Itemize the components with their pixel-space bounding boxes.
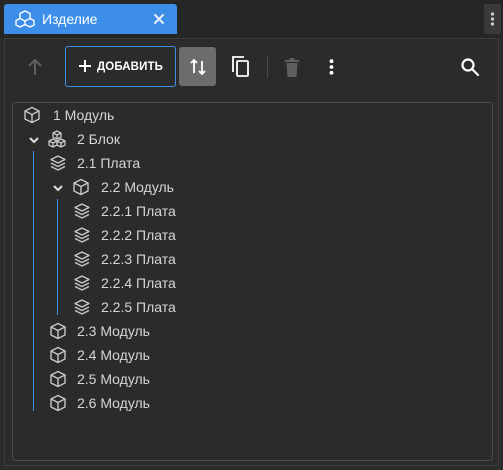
search-icon bbox=[461, 58, 480, 77]
toolbar-divider bbox=[267, 56, 268, 78]
tree-item-label: 2.5 Модуль bbox=[77, 371, 150, 387]
tab-izdelie[interactable]: Изделие bbox=[4, 4, 177, 34]
cube-icon bbox=[49, 394, 67, 412]
tree-item-label: 2.2.1 Плата bbox=[101, 203, 176, 219]
trash-icon bbox=[285, 57, 299, 77]
tab-title: Изделие bbox=[42, 11, 98, 27]
tree-item-label: 2.2.4 Плата bbox=[101, 275, 176, 291]
layers-icon bbox=[73, 298, 91, 316]
cube-icon bbox=[49, 370, 67, 388]
chevron-down-icon[interactable] bbox=[52, 181, 64, 193]
more-vertical-icon bbox=[329, 59, 333, 75]
layers-icon bbox=[73, 274, 91, 292]
delete-button[interactable] bbox=[280, 53, 304, 81]
plus-icon bbox=[79, 60, 91, 72]
tree-item[interactable]: 2.2 Модуль bbox=[23, 175, 483, 199]
more-button[interactable] bbox=[321, 53, 341, 81]
tree-item[interactable]: 2.4 Модуль bbox=[23, 343, 483, 367]
add-button[interactable]: ДОБАВИТЬ bbox=[65, 46, 176, 87]
tree-item-label: 2.2.5 Плата bbox=[101, 299, 176, 315]
sort-button[interactable] bbox=[179, 47, 216, 86]
search-button[interactable] bbox=[457, 53, 483, 81]
close-icon[interactable] bbox=[150, 10, 168, 28]
tree-item[interactable]: 2 Блок bbox=[23, 127, 483, 151]
product-tree: 1 Модуль 2 Блок 2.1 Плата 2.2 Модуль 2.2… bbox=[12, 102, 493, 461]
tree-item-label: 2.6 Модуль bbox=[77, 395, 150, 411]
layers-icon bbox=[73, 226, 91, 244]
add-button-label: ДОБАВИТЬ bbox=[97, 61, 163, 73]
tree-item-label: 2.2.2 Плата bbox=[101, 227, 176, 243]
layers-icon bbox=[49, 154, 67, 172]
layers-icon bbox=[73, 250, 91, 268]
tree-item-label: 2.2 Модуль bbox=[101, 179, 174, 195]
tree-item[interactable]: 2.2.1 Плата bbox=[23, 199, 483, 223]
tree-item-label: 2.2.3 Плата bbox=[101, 251, 176, 267]
cubes-outline-icon bbox=[15, 10, 35, 28]
tree-item-label: 2.4 Модуль bbox=[77, 347, 150, 363]
tree-item[interactable]: 2.2.3 Плата bbox=[23, 247, 483, 271]
tree-item[interactable]: 2.6 Модуль bbox=[23, 391, 483, 415]
copy-icon bbox=[232, 56, 249, 77]
copy-button[interactable] bbox=[225, 51, 255, 83]
tree-item[interactable]: 2.5 Модуль bbox=[23, 367, 483, 391]
tree-item[interactable]: 2.2.4 Плата bbox=[23, 271, 483, 295]
tab-menu-button[interactable] bbox=[484, 4, 501, 34]
tree-item-label: 2.3 Модуль bbox=[77, 323, 150, 339]
layers-icon bbox=[73, 202, 91, 220]
tree-item-label: 1 Модуль bbox=[53, 107, 115, 123]
tree-item-label: 2 Блок bbox=[77, 131, 120, 147]
toolbar: ДОБАВИТЬ bbox=[5, 39, 500, 97]
chevron-down-icon[interactable] bbox=[28, 133, 40, 145]
cube-icon bbox=[23, 106, 41, 124]
sort-arrows-icon bbox=[189, 58, 206, 75]
tree-item[interactable]: 1 Модуль bbox=[23, 103, 483, 127]
tree-item[interactable]: 2.2.5 Плата bbox=[23, 295, 483, 319]
more-vertical-icon bbox=[490, 12, 495, 26]
move-up-button[interactable] bbox=[23, 53, 47, 81]
tab-bar: Изделие bbox=[0, 0, 503, 38]
tree-item[interactable]: 2.3 Модуль bbox=[23, 319, 483, 343]
product-panel: ДОБАВИТЬ 1 Модуль 2 Блок 2.1 Плата 2.2 М… bbox=[4, 38, 499, 466]
cube-icon bbox=[49, 346, 67, 364]
tree-item[interactable]: 2.2.2 Плата bbox=[23, 223, 483, 247]
block-stack-icon bbox=[47, 130, 66, 148]
arrow-up-icon bbox=[28, 58, 42, 75]
cube-icon bbox=[49, 322, 67, 340]
tree-item[interactable]: 2.1 Плата bbox=[23, 151, 483, 175]
cube-icon bbox=[72, 178, 90, 196]
tree-item-label: 2.1 Плата bbox=[77, 155, 141, 171]
